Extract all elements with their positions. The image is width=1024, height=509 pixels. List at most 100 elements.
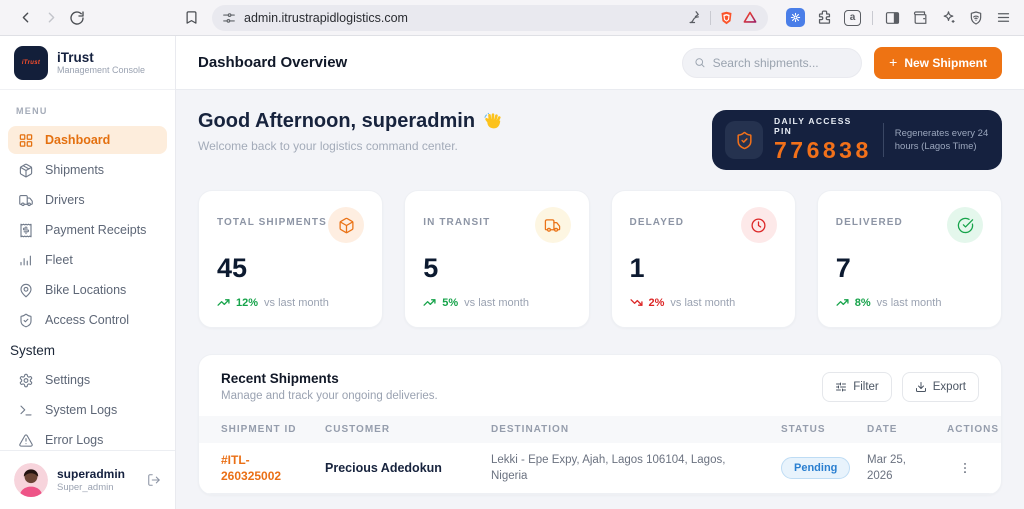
trend-percent: 2% xyxy=(648,296,665,309)
wallet-icon[interactable] xyxy=(912,10,929,26)
sidebar-item-payment-receipts[interactable]: Payment Receipts xyxy=(8,216,167,244)
table-header: SHIPMENT ID CUSTOMER DESTINATION STATUS … xyxy=(199,416,1001,443)
sidebar-item-label: Bike Locations xyxy=(45,283,127,297)
trend-down-icon xyxy=(629,299,643,306)
trend-note: vs last month xyxy=(876,296,942,309)
filter-button[interactable]: Filter xyxy=(822,371,892,402)
stat-value: 7 xyxy=(835,253,851,283)
shield-check-icon xyxy=(20,313,32,327)
leo-ai-icon[interactable] xyxy=(940,9,957,26)
col-customer: CUSTOMER xyxy=(325,424,391,435)
col-date: DATE xyxy=(867,424,898,435)
menu-icon[interactable] xyxy=(995,10,1012,25)
trend-up-icon xyxy=(217,299,230,306)
stat-label: DELAYED xyxy=(629,217,685,228)
toolbar-right: a xyxy=(786,8,1012,27)
stat-value: 45 xyxy=(217,253,248,283)
sidebar-item-label: Shipments xyxy=(45,163,105,177)
fleet-chart-icon xyxy=(20,255,31,265)
stat-label: IN TRANSIT xyxy=(423,217,491,228)
main-header: Dashboard Overview + New Shipment xyxy=(176,36,1024,90)
system-section-label: System xyxy=(10,343,56,358)
col-shipment-id: SHIPMENT ID xyxy=(221,424,297,435)
search-engine-icon[interactable]: a xyxy=(844,9,861,26)
sidebar-item-drivers[interactable]: Drivers xyxy=(8,186,167,214)
brave-rewards-icon[interactable] xyxy=(742,10,758,25)
vpn-shield-icon[interactable] xyxy=(968,10,984,26)
brand: iTrust iTrust Management Console xyxy=(0,36,175,90)
export-button[interactable]: Export xyxy=(901,371,979,402)
stat-value: 5 xyxy=(423,253,439,283)
gear-icon xyxy=(19,373,33,387)
trend-note: vs last month xyxy=(670,296,736,309)
urlbar-divider xyxy=(710,10,711,25)
terminal-icon xyxy=(20,405,32,415)
user-role: Super_admin xyxy=(57,481,114,493)
reload-icon[interactable] xyxy=(64,5,90,31)
pin-divider xyxy=(882,123,884,157)
search-icon xyxy=(695,58,705,68)
sidebar: iTrust iTrust Management Console MENU Da… xyxy=(0,36,176,509)
logout-icon[interactable] xyxy=(147,473,161,487)
truck-icon xyxy=(534,207,571,243)
sidebar-item-system-logs[interactable]: System Logs xyxy=(8,396,167,424)
new-shipment-button[interactable]: + New Shipment xyxy=(874,46,1002,79)
sidebar-item-error-logs[interactable]: Error Logs xyxy=(8,426,167,450)
pin-value: 776838 xyxy=(774,137,872,163)
sidebar-item-bike-locations[interactable]: Bike Locations xyxy=(8,276,167,304)
sidebar-item-settings[interactable]: Settings xyxy=(8,366,167,394)
stat-card-delivered: DELIVERED 7 8% vs last month xyxy=(816,190,1002,328)
search-input[interactable] xyxy=(712,55,851,70)
sidebar-item-label: Payment Receipts xyxy=(45,223,147,237)
stat-label: TOTAL SHIPMENTS xyxy=(217,217,327,228)
shipment-customer: Precious Adedokun xyxy=(325,461,442,475)
site-settings-icon[interactable] xyxy=(222,11,236,25)
brave-shield-icon[interactable] xyxy=(719,10,734,26)
back-icon[interactable] xyxy=(12,5,38,31)
user-profile[interactable]: superadmin Super_admin xyxy=(0,450,175,509)
shipments-title: Recent Shipments xyxy=(221,371,339,386)
share-icon[interactable] xyxy=(687,10,702,25)
package-icon xyxy=(328,207,365,243)
avatar xyxy=(14,463,48,497)
trend-percent: 12% xyxy=(236,296,259,309)
sidebar-toggle-icon[interactable] xyxy=(884,10,901,26)
extensions-icon[interactable] xyxy=(816,9,833,26)
clock-icon xyxy=(740,207,777,243)
browser-toolbar: admin.itrustrapidlogistics.com a xyxy=(0,0,1024,36)
row-actions-menu-icon[interactable] xyxy=(958,461,972,475)
shipment-id[interactable]: #ITL-260325002 xyxy=(221,452,291,484)
extension-pinned-icon[interactable] xyxy=(786,8,805,27)
greeting-title: Good Afternoon, superadmin xyxy=(198,110,504,133)
receipt-icon xyxy=(20,223,32,237)
col-actions: ACTIONS xyxy=(947,424,999,435)
recent-shipments-card: Recent Shipments Manage and track your o… xyxy=(198,354,1002,495)
sidebar-item-dashboard[interactable]: Dashboard xyxy=(8,126,167,154)
brand-logo: iTrust xyxy=(14,45,48,80)
trend-up-icon xyxy=(423,299,436,306)
map-pin-icon xyxy=(20,283,32,297)
search-box[interactable] xyxy=(682,47,863,78)
stat-card-delayed: DELAYED 1 2% vs last month xyxy=(610,190,796,328)
sidebar-item-fleet[interactable]: Fleet xyxy=(8,246,167,274)
sidebar-item-shipments[interactable]: Shipments xyxy=(8,156,167,184)
url-text[interactable]: admin.itrustrapidlogistics.com xyxy=(244,11,408,25)
sidebar-nav: MENU Dashboard Shipments Drivers Payment… xyxy=(0,90,175,450)
page-title: Dashboard Overview xyxy=(198,54,348,71)
forward-icon[interactable] xyxy=(38,5,64,31)
sidebar-item-label: Drivers xyxy=(45,193,85,207)
greeting-subtitle: Welcome back to your logistics command c… xyxy=(198,139,458,153)
sidebar-item-label: Access Control xyxy=(45,313,130,327)
screen: admin.itrustrapidlogistics.com a iTrust … xyxy=(0,0,1024,509)
pin-note: Regenerates every 24 hours (Lagos Time) xyxy=(894,127,989,152)
pin-shield-icon xyxy=(725,121,763,159)
url-bar[interactable]: admin.itrustrapidlogistics.com xyxy=(212,4,768,31)
dashboard-icon xyxy=(19,133,33,147)
shipments-subtitle: Manage and track your ongoing deliveries… xyxy=(221,390,438,402)
table-row[interactable]: #ITL-260325002 Precious Adedokun Lekki -… xyxy=(199,443,1001,494)
sidebar-item-access-control[interactable]: Access Control xyxy=(8,306,167,334)
stat-card-in-transit: IN TRANSIT 5 5% vs last month xyxy=(404,190,590,328)
brand-subtitle: Management Console xyxy=(57,65,146,76)
warning-triangle-icon xyxy=(19,433,33,447)
bookmark-icon[interactable] xyxy=(178,5,204,31)
